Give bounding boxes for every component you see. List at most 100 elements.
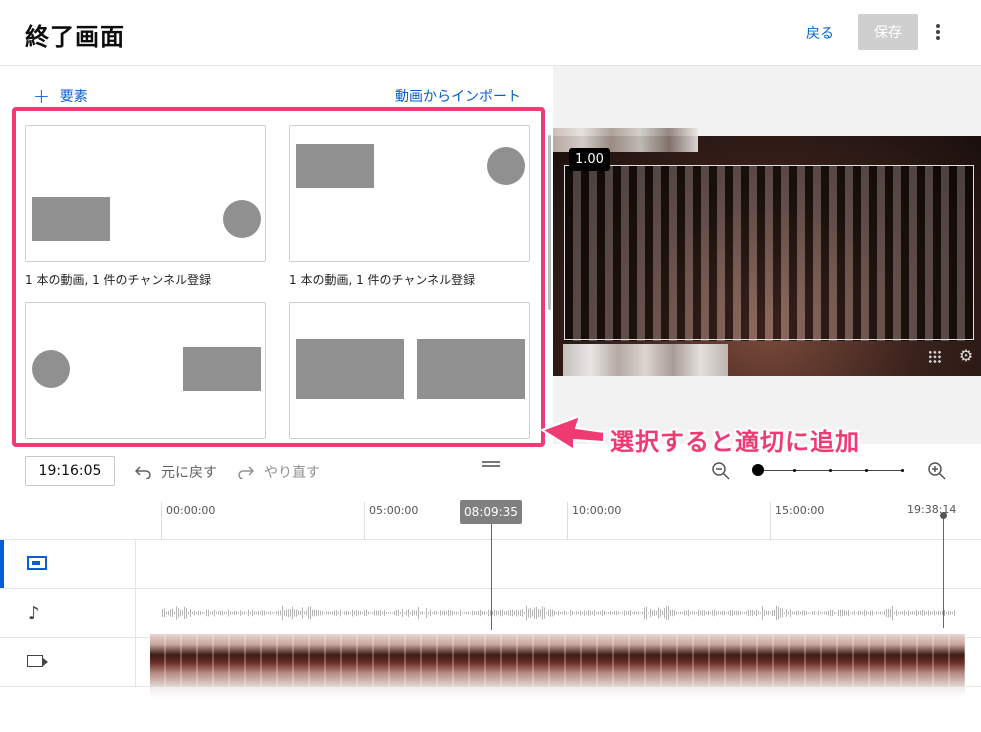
waveform-bar xyxy=(596,611,597,615)
endscreen-icon xyxy=(27,556,47,570)
waveform-bar xyxy=(788,611,789,615)
waveform-bar xyxy=(828,610,829,616)
waveform-bar xyxy=(616,610,617,616)
waveform-bar xyxy=(716,610,717,616)
waveform-bar xyxy=(466,611,467,615)
waveform-bar xyxy=(806,611,807,615)
waveform-bar xyxy=(224,611,225,615)
waveform-bar xyxy=(548,609,549,617)
waveform-bar xyxy=(202,611,203,615)
waveform-bar xyxy=(340,609,341,617)
waveform-bar xyxy=(832,609,833,617)
waveform-bar xyxy=(440,610,441,616)
waveform-bar xyxy=(632,612,633,614)
waveform-bar xyxy=(394,610,395,616)
resize-handle[interactable] xyxy=(482,461,500,467)
waveform-bar xyxy=(700,610,701,616)
gear-icon[interactable]: ⚙ xyxy=(957,347,975,365)
end-marker-handle[interactable] xyxy=(940,512,947,519)
waveform-bar xyxy=(286,609,287,617)
waveform-bar xyxy=(274,612,275,614)
waveform-bar xyxy=(168,610,169,616)
waveform-bar xyxy=(694,611,695,615)
waveform-bar xyxy=(794,611,795,615)
waveform-bar xyxy=(296,609,297,617)
waveform-bar xyxy=(312,609,313,617)
waveform-bar xyxy=(434,611,435,615)
waveform-bar xyxy=(630,609,631,617)
waveform-bar xyxy=(680,611,681,615)
waveform-bar xyxy=(724,610,725,616)
waveform-bar xyxy=(802,610,803,616)
waveform-bar xyxy=(646,606,647,620)
waveform-bar xyxy=(934,610,935,616)
save-button[interactable]: 保存 xyxy=(858,14,918,50)
waveform-bar xyxy=(842,609,843,617)
waveform-bar xyxy=(686,610,687,616)
waveform-bar xyxy=(514,610,515,616)
zoom-out-icon[interactable] xyxy=(711,461,731,481)
grid-icon[interactable] xyxy=(928,350,942,364)
header: 終了画面 戻る 保存 xyxy=(0,0,981,66)
waveform-bar xyxy=(334,610,335,616)
waveform-bar xyxy=(380,609,381,617)
waveform-bar xyxy=(624,610,625,616)
playhead-time[interactable]: 08:09:35 xyxy=(460,500,522,524)
waveform-bar xyxy=(230,611,231,615)
waveform-bar xyxy=(310,606,311,620)
waveform-bar xyxy=(852,611,853,615)
waveform-bar xyxy=(688,609,689,617)
waveform-bar xyxy=(246,612,247,614)
kebab-icon[interactable] xyxy=(930,20,946,44)
waveform-bar xyxy=(752,609,753,617)
waveform-bar xyxy=(558,610,559,616)
playhead-line[interactable] xyxy=(491,524,492,630)
waveform-bar xyxy=(776,605,777,621)
waveform-bar xyxy=(620,612,621,614)
waveform-bar xyxy=(302,607,303,619)
waveform-bar xyxy=(422,611,423,615)
waveform-bar xyxy=(474,611,475,615)
panel-scrollbar[interactable] xyxy=(548,135,551,310)
waveform-bar xyxy=(198,610,199,616)
endscreen-element-frame[interactable] xyxy=(564,165,974,340)
waveform-bar xyxy=(748,609,749,617)
zoom-in-icon[interactable] xyxy=(927,461,947,481)
import-from-video-link[interactable]: 動画からインポート xyxy=(395,86,521,106)
waveform-bar xyxy=(378,610,379,616)
waveform-bar xyxy=(914,611,915,615)
waveform-bar xyxy=(734,610,735,616)
waveform-bar xyxy=(170,609,171,617)
waveform-bar xyxy=(508,610,509,616)
waveform-bar xyxy=(708,610,709,616)
waveform-bar xyxy=(932,611,933,615)
waveform-bar xyxy=(780,608,781,618)
waveform-bar xyxy=(240,610,241,616)
waveform-bar xyxy=(854,610,855,616)
waveform-bar xyxy=(754,611,755,615)
waveform-bar xyxy=(720,611,721,615)
waveform-bar xyxy=(758,611,759,615)
back-button[interactable]: 戻る xyxy=(806,23,834,43)
waveform-bar xyxy=(544,607,545,619)
redo-button[interactable]: やり直す xyxy=(238,462,320,482)
add-element-button[interactable]: + 要素 xyxy=(33,86,88,106)
waveform-bar xyxy=(766,610,767,616)
waveform-bar xyxy=(838,609,839,617)
waveform-bar xyxy=(354,611,355,615)
end-marker-line[interactable] xyxy=(943,516,944,628)
waveform-bar xyxy=(356,609,357,617)
waveform-bar xyxy=(618,611,619,615)
waveform-bar xyxy=(812,611,813,615)
waveform-bar xyxy=(388,612,389,614)
zoom-slider-knob[interactable] xyxy=(752,464,764,476)
waveform-bar xyxy=(524,611,525,615)
waveform-bar xyxy=(750,610,751,616)
waveform-bar xyxy=(478,610,479,616)
waveform-bar xyxy=(840,609,841,617)
undo-button[interactable]: 元に戻す xyxy=(135,462,217,482)
waveform-bar xyxy=(638,611,639,615)
waveform-bar xyxy=(882,612,883,614)
waveform-bar xyxy=(390,612,391,614)
timecode-input[interactable]: 19:16:05 xyxy=(25,456,115,486)
